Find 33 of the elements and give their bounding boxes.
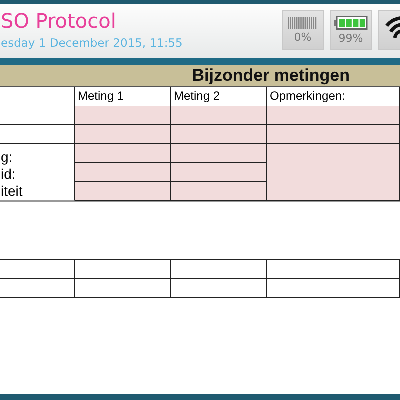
table-cell[interactable] (75, 279, 171, 298)
date-time: esday 1 December 2015, 11:55 (1, 35, 183, 52)
table-cell[interactable] (0, 260, 75, 279)
table-cell[interactable] (171, 279, 267, 298)
table-cell[interactable] (267, 279, 400, 298)
table-cell[interactable] (171, 182, 267, 201)
table-cell[interactable] (267, 144, 400, 201)
battery-status[interactable]: 99% (330, 10, 372, 50)
table-title: Bijzonder metingen (0, 65, 400, 87)
table-cell[interactable] (0, 279, 75, 298)
table-cell[interactable] (171, 144, 267, 163)
battery-reading: 99% (338, 32, 364, 44)
table-cell[interactable] (75, 125, 171, 144)
row-label: g: (0, 148, 14, 165)
table-cell[interactable] (267, 106, 400, 125)
row-label: iteit (0, 183, 24, 200)
table-cell[interactable] (267, 125, 400, 144)
table-cell[interactable] (75, 106, 171, 125)
table-cell[interactable] (75, 182, 171, 201)
table-cell[interactable] (75, 144, 171, 163)
bars-icon (288, 16, 318, 28)
table-cell[interactable] (171, 260, 267, 279)
table-cell[interactable] (171, 106, 267, 125)
row-label: id: (0, 166, 17, 182)
table-cell[interactable] (75, 163, 171, 182)
signal-status[interactable]: 0% (282, 10, 324, 50)
battery-icon (334, 16, 368, 30)
table-cell[interactable] (75, 260, 171, 279)
table-cell[interactable] (171, 163, 267, 182)
signal-reading: 0% (294, 32, 312, 44)
table-cell[interactable] (267, 260, 400, 279)
table-cell[interactable] (171, 125, 267, 144)
app-title: SO Protocol (1, 8, 118, 34)
